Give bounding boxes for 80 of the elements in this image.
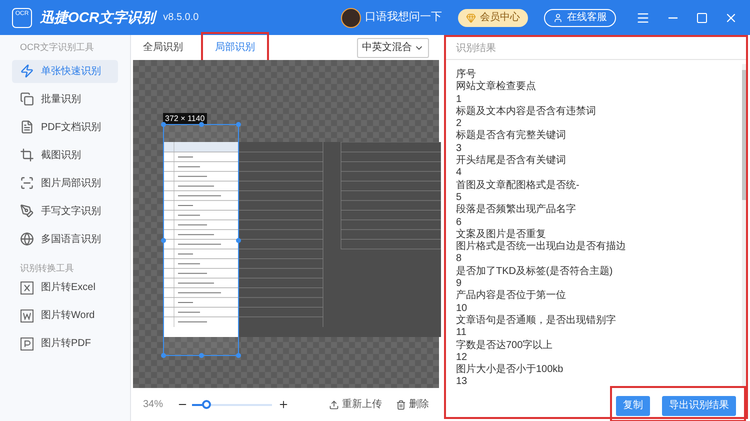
resize-handle[interactable] <box>199 122 204 127</box>
file-letter-icon <box>20 280 34 294</box>
slider-thumb[interactable] <box>202 400 211 409</box>
result-line: 首图及文章配图格式是否统- <box>456 180 580 192</box>
sidebar-item[interactable]: 手写文字识别 <box>12 200 118 222</box>
user-name[interactable]: 口语我想问一下 <box>365 9 442 26</box>
sidebar-item[interactable]: 截图识别 <box>12 144 118 166</box>
resize-handle[interactable] <box>236 122 241 127</box>
result-line: 11 <box>456 327 468 340</box>
section-heading: OCR文字识别工具 <box>19 41 95 54</box>
result-line: 9 <box>456 278 463 290</box>
result-line: 5 <box>456 192 463 204</box>
support-button[interactable]: 在线客服 <box>544 8 616 26</box>
pen-icon <box>20 204 34 218</box>
sidebar-item[interactable]: 多国语言识别 <box>12 228 118 250</box>
result-line: 文案及图片是否重复 <box>456 228 547 240</box>
result-line: 开头结尾是否含有关键词 <box>456 155 567 168</box>
sidebar-item[interactable]: 图片转PDF <box>12 332 118 355</box>
maximize-icon[interactable] <box>696 12 708 24</box>
result-line: 是否加了TKD及标签(是否符合主题) <box>456 266 614 278</box>
file-letter-icon <box>20 308 34 322</box>
sidebar-item[interactable]: PDF文档识别 <box>12 116 118 138</box>
result-line: 1 <box>456 94 463 106</box>
result-line: 标题是否含有完整关键词 <box>456 130 567 143</box>
file-letter-icon <box>20 336 34 350</box>
section-heading: 识别转换工具 <box>19 262 75 274</box>
resize-handle[interactable] <box>161 238 166 243</box>
size-label: 372 × 1140 <box>163 113 207 124</box>
result-line: 6 <box>456 216 463 228</box>
panel-title: 识别结果 <box>446 37 746 60</box>
result-line: 段落是否频繁出现产品名字 <box>456 204 577 217</box>
scrollbar[interactable] <box>742 64 746 386</box>
scan-icon <box>20 176 34 190</box>
selection-frame[interactable] <box>163 124 239 356</box>
result-line: 序号 <box>456 69 477 80</box>
globe-icon <box>20 232 34 246</box>
result-line: 字数是否达700字以上 <box>456 340 554 352</box>
lightning-icon <box>20 64 34 78</box>
tab[interactable]: 全局识别 <box>143 40 183 55</box>
delete-button[interactable]: 删除 <box>396 397 429 412</box>
result-line: 标题及文本内容是否含有违禁词 <box>456 106 597 118</box>
result-line: 4 <box>456 167 463 180</box>
resize-handle[interactable] <box>199 353 204 358</box>
zoom-in-icon[interactable] <box>278 399 289 410</box>
document-icon <box>20 120 34 134</box>
language-select[interactable]: 中英文混合 <box>357 38 429 58</box>
avatar[interactable] <box>341 8 361 28</box>
result-line: 12 <box>456 352 468 364</box>
resize-handle[interactable] <box>236 238 241 243</box>
result-line: 网站文章检查要点 <box>456 81 537 94</box>
result-line: 13 <box>456 376 468 386</box>
result-line: 文章语句是否通顺，是否出现错别字 <box>456 314 617 328</box>
sidebar-item[interactable]: 批量识别 <box>12 88 118 110</box>
trash-icon <box>396 400 406 410</box>
diamond-icon <box>466 12 476 22</box>
zoom-slider[interactable] <box>192 400 272 408</box>
sidebar-item[interactable]: 图片转Excel <box>12 276 118 299</box>
tab[interactable]: 局部识别 <box>203 34 267 61</box>
result-line: 3 <box>456 142 463 155</box>
result-line: 2 <box>456 118 463 130</box>
app-version: v8.5.0.0 <box>163 11 199 25</box>
result-line: 图片格式是否统一出现白边是否有描边 <box>456 241 627 254</box>
sidebar-item[interactable]: 图片局部识别 <box>12 172 118 194</box>
result-line: 图片大小是否小于100kb <box>456 364 564 376</box>
result-line: 8 <box>456 253 463 266</box>
result-line: 10 <box>456 302 468 314</box>
menu-icon[interactable] <box>636 10 650 24</box>
vip-button[interactable]: 会员中心 <box>458 8 528 26</box>
reupload-button[interactable]: 重新上传 <box>329 397 382 412</box>
result-line: 产品内容是否位于第一位 <box>456 290 567 303</box>
resize-handle[interactable] <box>236 353 241 358</box>
upload-icon <box>329 400 339 410</box>
resize-handle[interactable] <box>161 353 166 358</box>
sidebar-item[interactable]: 图片转Word <box>12 304 118 327</box>
person-icon <box>553 12 563 22</box>
crop-icon <box>20 148 34 162</box>
resize-handle[interactable] <box>161 122 166 127</box>
zoom-reading: 34% <box>143 398 164 412</box>
app-title: 迅捷OCR文字识别 <box>40 8 156 27</box>
stack-icon <box>20 92 34 106</box>
